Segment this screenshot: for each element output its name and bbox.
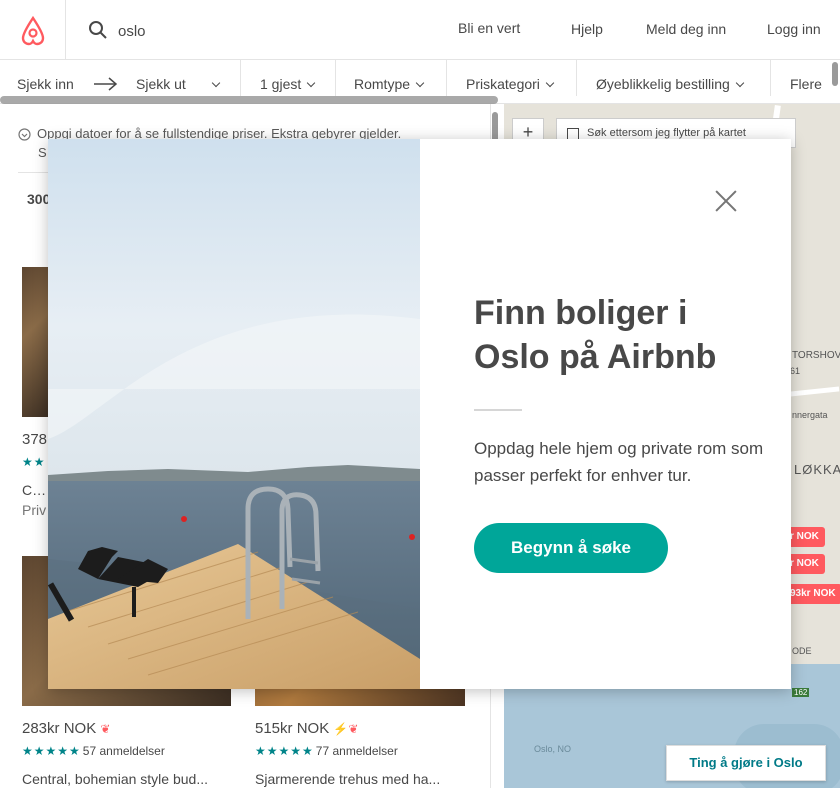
map-label: LØKKA	[794, 462, 840, 477]
listing-price: 283kr NOK ❦	[22, 720, 110, 737]
listing-price-value: 283kr NOK	[22, 720, 97, 737]
chevron-down-icon	[307, 78, 316, 88]
airbnb-logo-icon	[21, 15, 44, 46]
horizontal-scrollbar[interactable]	[0, 96, 498, 104]
review-count: 77 anmeldelser	[315, 744, 398, 758]
checkin-field[interactable]: Sjekk inn	[17, 76, 74, 92]
instant-book-label: Øyeblikkelig bestilling	[596, 76, 730, 92]
listing-price: 378	[22, 431, 48, 448]
arrow-right-icon	[94, 77, 118, 91]
guests-filter[interactable]: 1 gjest	[260, 76, 316, 92]
filter-divider	[446, 60, 447, 96]
filter-divider	[335, 60, 336, 96]
login-link[interactable]: Logg inn	[767, 21, 821, 37]
filter-divider	[240, 60, 241, 96]
chevron-down-icon	[545, 78, 555, 88]
dock-photo	[48, 139, 420, 689]
filter-scrollbar[interactable]	[832, 62, 838, 86]
map-label: 61	[790, 366, 801, 376]
review-count: 57 anmeldelser	[82, 744, 165, 758]
airbnb-logo[interactable]	[0, 0, 66, 60]
listing-price-value: 515kr NOK	[255, 720, 330, 737]
become-host-link[interactable]: Bli en vert	[458, 20, 520, 36]
listing-rating: ★★	[22, 455, 46, 469]
price-pin[interactable]: 93kr NOK	[784, 584, 840, 604]
start-search-button[interactable]: Begynn å søke	[474, 523, 668, 573]
instant-book-filter[interactable]: Øyeblikkelig bestilling	[596, 76, 745, 92]
instant-book-icon: ⚡	[333, 722, 349, 736]
welcome-modal: Finn boliger i Oslo på Airbnb Oppdag hel…	[48, 139, 791, 689]
filter-divider	[770, 60, 771, 96]
help-link[interactable]: Hjelp	[571, 21, 603, 37]
listing-rating: ★★★★★ 77 anmeldelser	[255, 744, 398, 758]
filter-divider	[576, 60, 577, 96]
superhost-icon: ❦	[100, 722, 111, 736]
chevron-down-icon	[415, 78, 425, 88]
listing-price: 515kr NOK ⚡❦	[255, 720, 358, 737]
map-label: TORSHOV	[792, 350, 840, 361]
stars-icon: ★★★★★	[255, 744, 314, 758]
map-label: nnergata	[792, 410, 828, 420]
map-label: ODE	[792, 646, 812, 656]
price-label: Priskategori	[466, 76, 540, 92]
listing-rating: ★★★★★ 57 anmeldelser	[22, 744, 165, 758]
results-count: 300	[27, 191, 51, 207]
modal-description: Oppdag hele hjem og private rom som pass…	[474, 439, 764, 485]
guests-label: 1 gjest	[260, 76, 302, 92]
close-icon[interactable]	[714, 189, 738, 213]
more-filters-button[interactable]: Flere	[790, 76, 822, 92]
chevron-down-icon	[735, 78, 745, 88]
search-icon[interactable]	[88, 20, 108, 40]
price-filter[interactable]: Priskategori	[466, 76, 555, 92]
listing-title[interactable]: Central, bohemian style bud...	[22, 771, 234, 787]
room-type-label: Romtype	[354, 76, 411, 92]
listing-subtitle: Priv	[22, 502, 47, 518]
road-sign: 162	[792, 688, 810, 697]
superhost-icon: ❦	[348, 722, 359, 736]
things-to-do-button[interactable]: Ting å gjøre i Oslo	[666, 745, 826, 781]
info-icon	[18, 128, 31, 141]
modal-divider	[474, 409, 522, 411]
listing-title[interactable]: Clas	[22, 482, 48, 498]
map-label: Oslo, NO	[534, 744, 572, 754]
signup-link[interactable]: Meld deg inn	[646, 21, 726, 37]
search-input[interactable]: oslo	[118, 23, 146, 40]
modal-title: Finn boliger i Oslo på Airbnb	[474, 294, 717, 376]
listing-title[interactable]: Sjarmerende trehus med ha...	[255, 771, 467, 787]
top-header: oslo Bli en vert Hjelp Meld deg inn Logg…	[0, 0, 840, 60]
room-type-filter[interactable]: Romtype	[354, 76, 425, 92]
chevron-down-icon	[211, 78, 221, 88]
search-as-move-label: Søk ettersom jeg flytter på kartet	[587, 127, 746, 139]
stars-icon: ★★★★★	[22, 744, 81, 758]
dates-note-continued: S	[38, 145, 47, 160]
checkout-field[interactable]: Sjekk ut	[136, 76, 186, 92]
